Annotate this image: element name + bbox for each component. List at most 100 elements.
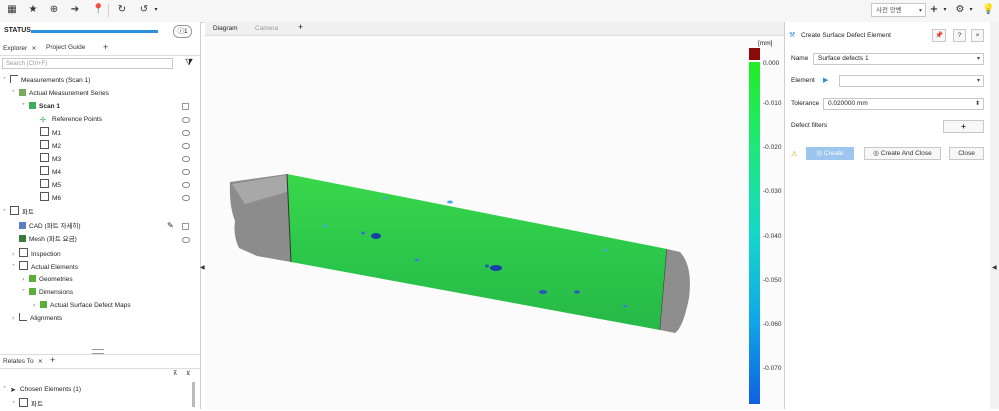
scan-icon — [29, 102, 36, 109]
collapse-left-icon[interactable]: ◀ — [200, 264, 205, 271]
folder-icon — [19, 261, 28, 270]
arrow-icon[interactable]: ➔ — [69, 4, 81, 16]
visibility-checkbox[interactable] — [182, 103, 189, 110]
close-dialog-button[interactable]: × — [971, 29, 984, 42]
tree-item-inspection[interactable]: › Inspection — [12, 248, 61, 260]
close-icon[interactable]: × — [31, 44, 36, 52]
element-select[interactable]: ▾ — [839, 75, 984, 87]
filter-icon[interactable]: ⧩ — [185, 58, 193, 68]
eye-icon[interactable] — [182, 130, 190, 136]
add-tab-icon[interactable]: + — [298, 22, 303, 32]
reload-icon[interactable]: ↺ — [138, 4, 150, 16]
tree-item-reference-points[interactable]: ✣ Reference Points — [40, 114, 102, 126]
tree-item-cad[interactable]: CAD (파트 자세히) — [19, 221, 81, 233]
tree-label: Reference Points — [52, 116, 102, 123]
tree-item-m5[interactable]: M5 — [40, 179, 61, 191]
measurement-icon — [10, 75, 18, 83]
scrollbar[interactable] — [192, 382, 195, 407]
colorbar-tick: -0.050 — [763, 277, 782, 284]
pin-button[interactable]: 📌 — [932, 29, 946, 42]
scan-model[interactable] — [205, 36, 784, 409]
tree-item-actual-elements[interactable]: ˅ Actual Elements — [12, 261, 78, 273]
name-field[interactable]: Surface defects 1 ▾ — [813, 53, 984, 65]
language-select-value: 사전 앙벤 — [876, 7, 902, 14]
3d-viewport[interactable] — [205, 36, 784, 409]
defect-map-icon — [40, 301, 47, 308]
play-icon[interactable]: ▶ — [823, 76, 828, 84]
defect-spot — [447, 200, 453, 204]
eye-icon[interactable] — [182, 143, 190, 149]
tree-item-m4[interactable]: M4 — [40, 166, 61, 178]
reference-icon[interactable]: ⊕ — [48, 4, 60, 16]
measurement-grid-icon — [40, 166, 49, 175]
tab-camera[interactable]: Camera — [255, 25, 278, 32]
collapse-icon[interactable]: ⊻ — [186, 370, 190, 377]
eye-icon[interactable] — [182, 117, 190, 123]
tree-item-mesh[interactable]: Mesh (파트 요금) — [19, 234, 77, 246]
tab-project-guide[interactable]: Project Guide — [46, 44, 85, 51]
name-field-value: Surface defects 1 — [818, 55, 869, 62]
pencil-icon[interactable]: ✎ — [167, 221, 174, 230]
explorer-panel: STATUS ⓘ1 Explorer × Project Guide + Sear… — [0, 22, 201, 409]
eye-icon[interactable] — [182, 169, 190, 175]
measurement-grid-icon — [40, 179, 49, 188]
relates-to-tabs: Relates To × + — [0, 354, 200, 369]
tree-item-geometries[interactable]: › Geometries — [22, 274, 73, 286]
tab-relates-to[interactable]: Relates To × — [3, 357, 43, 365]
language-select[interactable]: 사전 앙벤 ▾ — [871, 3, 926, 17]
add-tab-icon[interactable]: + — [50, 355, 55, 365]
star-icon[interactable]: ★ — [27, 4, 39, 16]
tree-item-chosen-elements[interactable]: ˅ ➤ Chosen Elements (1) — [3, 384, 81, 396]
tree-item-surface-defect-maps[interactable]: › Actual Surface Defect Maps — [33, 300, 131, 312]
tree-item-m3[interactable]: M3 — [40, 153, 61, 165]
view-tabs: Diagram Camera + — [205, 22, 784, 36]
layout-icon[interactable]: ▦ — [6, 4, 18, 16]
refresh-icon[interactable]: ↻ — [116, 4, 128, 16]
tab-diagram[interactable]: Diagram — [213, 25, 238, 32]
chevron-down-icon: ▾ — [918, 7, 922, 14]
create-button[interactable]: ◎ Create — [806, 147, 854, 160]
tree-item-part-child[interactable]: ˅ 파트 — [12, 398, 43, 410]
tree-item-m2[interactable]: M2 — [40, 140, 61, 152]
eye-icon[interactable] — [182, 237, 190, 243]
colorbar-tick: -0.070 — [763, 365, 782, 372]
tab-explorer[interactable]: Explorer × — [3, 44, 37, 52]
tree-item-dimensions[interactable]: ˅ Dimensions — [22, 287, 73, 299]
tolerance-stepper[interactable]: 0.020000 mm ⬍ — [823, 98, 984, 110]
pin-icon[interactable]: ⊼ — [173, 370, 177, 377]
create-close-label: Create And Close — [880, 150, 932, 157]
collapse-right-icon[interactable]: ◀ — [992, 264, 997, 271]
status-badge: 1 — [183, 28, 188, 35]
help-button[interactable]: ? — [953, 29, 966, 42]
eye-icon[interactable] — [182, 182, 190, 188]
search-input[interactable]: Search (Ctrl+F) — [2, 58, 173, 69]
tree-item-measurements[interactable]: ˅ Measurements (Scan 1) — [3, 75, 90, 87]
add-tab-icon[interactable]: + — [103, 42, 108, 52]
status-label: STATUS — [4, 27, 31, 34]
create-close-button[interactable]: ◎ Create And Close — [864, 147, 941, 160]
pin-icon[interactable]: 📍 — [92, 4, 104, 16]
chevron-down-icon[interactable]: ▾ — [965, 4, 977, 16]
tree-item-m1[interactable]: M1 — [40, 127, 61, 139]
close-icon[interactable]: × — [38, 357, 43, 365]
status-info-button[interactable]: ⓘ1 — [173, 25, 192, 38]
add-filter-button[interactable]: + — [943, 120, 984, 133]
tree-item-m6[interactable]: M6 — [40, 192, 61, 204]
mesh-icon — [19, 235, 26, 242]
close-button[interactable]: Close — [949, 147, 984, 160]
right-edge-strip — [990, 22, 999, 409]
tree-item-part[interactable]: ˅ 파트 — [3, 206, 34, 218]
eye-icon[interactable] — [182, 156, 190, 162]
stepper-icon[interactable]: ⬍ — [975, 99, 980, 109]
measurement-grid-icon — [40, 127, 49, 136]
pin-icon: 📌 — [934, 32, 944, 39]
tree-item-series[interactable]: ˅ Actual Measurement Series — [12, 88, 109, 100]
tree-item-scan1[interactable]: ˅ Scan 1 — [22, 101, 60, 113]
light-icon[interactable]: 💡 — [982, 4, 994, 16]
tree-item-alignments[interactable]: › Alignments — [12, 313, 62, 325]
chevron-down-icon[interactable]: ▾ — [150, 4, 162, 16]
visibility-checkbox[interactable] — [182, 223, 189, 230]
chevron-down-icon[interactable]: ▾ — [939, 4, 951, 16]
eye-icon[interactable] — [182, 195, 190, 201]
defect-spot — [623, 304, 627, 308]
